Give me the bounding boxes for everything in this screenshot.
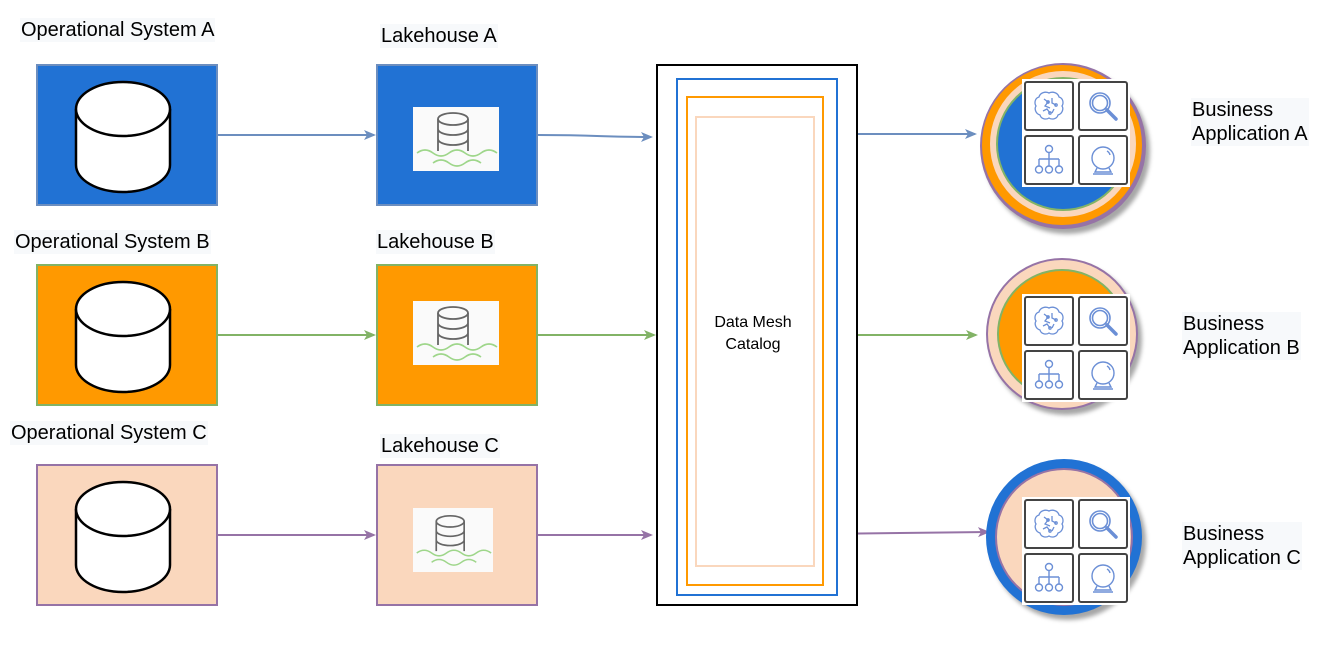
- crystal-ball-icon: [1078, 553, 1128, 603]
- catalog-label: Data Mesh Catalog: [678, 312, 828, 356]
- crystal-ball-icon: [1078, 135, 1128, 185]
- lakehouse-b-node[interactable]: [376, 264, 538, 406]
- opsys-b-label: Operational System B: [14, 230, 211, 254]
- opsys-c-node[interactable]: [36, 464, 218, 606]
- business-app-b-label: Business Application B: [1182, 312, 1301, 360]
- lakehouse-icon: [413, 301, 499, 365]
- opsys-c-label: Operational System C: [10, 421, 208, 445]
- business-app-c-label-line2: Application C: [1183, 547, 1301, 569]
- business-app-c-label-line1: Business: [1183, 523, 1265, 545]
- business-app-c-label: Business Application C: [1182, 522, 1302, 570]
- app-b-tiles: [1022, 294, 1130, 402]
- catalog-label-line1: Data Mesh: [714, 314, 792, 331]
- app-c-tiles: [1022, 497, 1130, 605]
- hierarchy-icon: [1024, 135, 1074, 185]
- business-app-b-label-line2: Application B: [1183, 337, 1300, 359]
- brain-icon: [1024, 499, 1074, 549]
- business-app-c-node[interactable]: [986, 459, 1142, 615]
- magnifier-icon: [1078, 81, 1128, 131]
- business-app-a-node[interactable]: [980, 63, 1146, 229]
- lakehouse-a-label: Lakehouse A: [380, 24, 498, 48]
- lakehouse-icon: [413, 107, 499, 171]
- lakehouse-c-label: Lakehouse C: [380, 434, 500, 458]
- lakehouse-c-node[interactable]: [376, 464, 538, 606]
- brain-icon: [1024, 296, 1074, 346]
- database-cylinder-icon: [74, 280, 172, 394]
- opsys-a-label: Operational System A: [20, 18, 216, 42]
- business-app-b-node[interactable]: [986, 258, 1138, 410]
- crystal-ball-icon: [1078, 350, 1128, 400]
- magnifier-icon: [1078, 499, 1128, 549]
- business-app-b-label-line1: Business: [1183, 313, 1265, 335]
- opsys-b-node[interactable]: [36, 264, 218, 406]
- database-cylinder-icon: [74, 80, 172, 194]
- catalog-label-line2: Catalog: [725, 336, 781, 353]
- lakehouse-a-node[interactable]: [376, 64, 538, 206]
- magnifier-icon: [1078, 296, 1128, 346]
- brain-icon: [1024, 81, 1074, 131]
- opsys-a-node[interactable]: [36, 64, 218, 206]
- business-app-a-label-line1: Business: [1192, 99, 1274, 121]
- business-app-a-label: Business Application A: [1191, 98, 1309, 146]
- lakehouse-b-label: Lakehouse B: [376, 230, 495, 254]
- database-cylinder-icon: [74, 480, 172, 594]
- app-a-tiles: [1022, 79, 1130, 187]
- business-app-a-label-line2: Application A: [1192, 123, 1308, 145]
- hierarchy-icon: [1024, 350, 1074, 400]
- lakehouse-icon: [413, 508, 493, 572]
- hierarchy-icon: [1024, 553, 1074, 603]
- edge-lakehouse-a-to-catalog[interactable]: [537, 131, 653, 142]
